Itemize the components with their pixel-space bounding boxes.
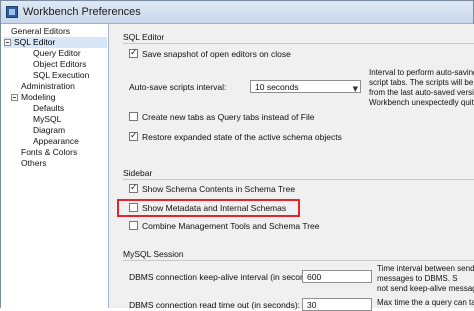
tree-item-others[interactable]: Others [21,158,47,169]
tree-item-modeling[interactable]: Modeling [11,92,56,103]
keepalive-label: DBMS connection keep-alive interval (in … [129,272,319,282]
tree-item-fonts-colors[interactable]: Fonts & Colors [21,147,77,158]
workbench-app-icon [6,6,18,18]
preferences-window: Workbench Preferences General Editors SQ… [0,0,474,311]
restore-state-option[interactable]: Restore expanded state of the active sch… [129,130,342,143]
show-schema-contents-checkbox[interactable] [129,182,138,194]
tree-item-sql-editor[interactable]: SQL Editor [4,37,107,48]
collapse-icon[interactable] [4,39,11,46]
preferences-sidebar-tree: General Editors SQL Editor Query Editor … [1,24,109,308]
divider [123,43,474,44]
tree-item-defaults[interactable]: Defaults [33,103,64,114]
tree-item-appearance[interactable]: Appearance [33,136,79,147]
new-query-tabs-option[interactable]: Create new tabs as Query tabs instead of… [129,111,314,123]
keepalive-help-text: Time interval between sendin messages to… [377,264,474,293]
keepalive-interval-input[interactable]: 600 [302,270,372,283]
restore-state-checkbox[interactable] [129,130,138,142]
save-snapshot-checkbox[interactable] [129,47,138,59]
window-title: Workbench Preferences [23,6,141,18]
group-title-sidebar: Sidebar [123,168,153,178]
tree-item-diagram[interactable]: Diagram [33,125,65,136]
save-snapshot-option[interactable]: Save snapshot of open editors on close [129,47,291,60]
read-timeout-label: DBMS connection read time out (in second… [129,300,301,310]
new-query-tabs-checkbox[interactable] [129,112,138,122]
combine-tools-option[interactable]: Combine Management Tools and Schema Tree [129,220,320,232]
read-timeout-help-text: Max time the a query can take [377,298,474,307]
tree-item-sql-execution[interactable]: SQL Execution [33,70,89,81]
auto-save-interval-select[interactable]: 10 seconds ▼ [250,80,361,93]
tree-item-object-editors[interactable]: Object Editors [33,59,86,70]
read-timeout-input[interactable]: 30 [302,298,372,311]
dropdown-arrow-icon: ▼ [352,85,358,93]
group-title-sql-editor: SQL Editor [123,32,165,42]
tree-item-mysql[interactable]: MySQL [33,114,61,125]
combine-tools-checkbox[interactable] [129,221,138,231]
auto-save-label: Auto-save scripts interval: [129,82,227,92]
collapse-icon[interactable] [11,94,18,101]
group-title-mysql-session: MySQL Session [123,249,184,259]
highlight-annotation-box [117,199,300,217]
tree-item-administration[interactable]: Administration [21,81,75,92]
title-bar[interactable]: Workbench Preferences [1,1,473,24]
tree-item-general-editors[interactable]: General Editors [11,26,70,37]
show-schema-contents-option[interactable]: Show Schema Contents in Schema Tree [129,182,295,195]
preferences-content: SQL Editor Save snapshot of open editors… [109,24,474,311]
auto-save-help-text: Interval to perform auto-saving script t… [369,68,474,107]
divider [123,260,474,261]
tree-item-query-editor[interactable]: Query Editor [33,48,81,59]
divider [123,179,474,180]
